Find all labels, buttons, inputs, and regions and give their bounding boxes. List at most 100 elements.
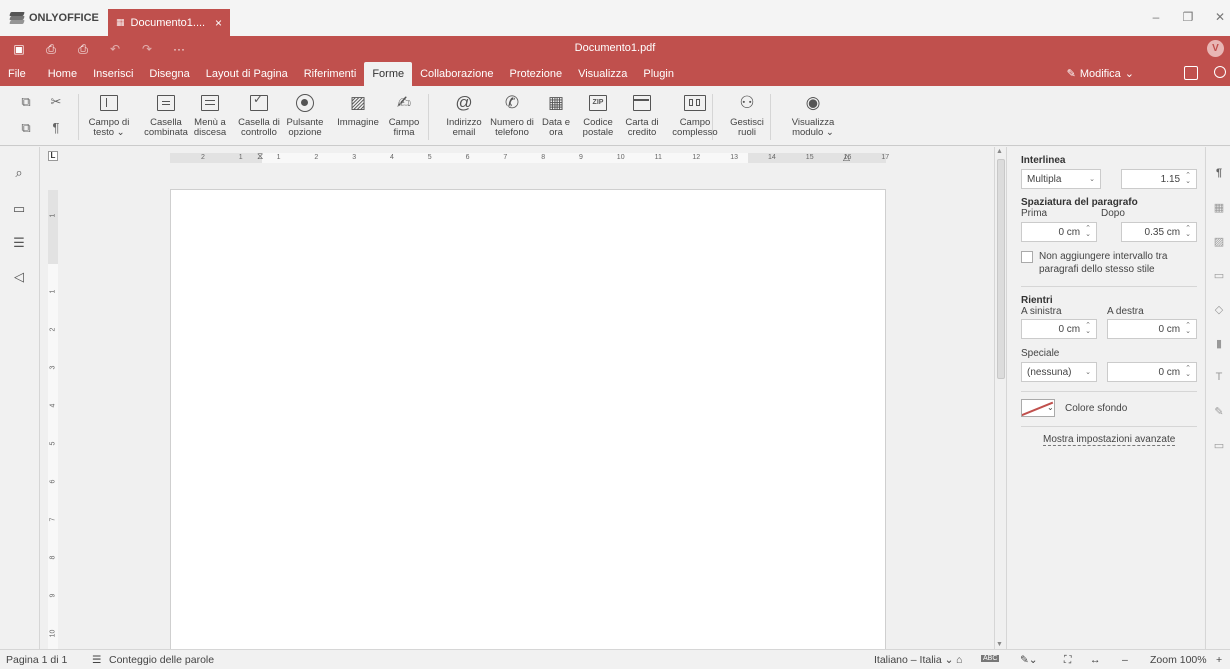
document-canvas[interactable] [62, 165, 992, 649]
shape-settings-icon[interactable]: ◇ [1212, 303, 1226, 317]
document-tab[interactable]: ▦ Documento1.... × [108, 9, 230, 36]
redo-icon[interactable]: ↷ [138, 40, 156, 58]
navigation-icon[interactable]: ☰ [10, 235, 28, 253]
search-sidebar-icon[interactable]: ⌕ [10, 165, 28, 183]
print-icon[interactable]: ⎙ [42, 40, 60, 58]
chevron-down-icon[interactable]: ⌄ [1047, 403, 1054, 412]
spinner-icon[interactable]: ⌃ ⌄ [1085, 225, 1091, 238]
toolbar-button-complex-field[interactable]: Campo complesso [668, 92, 722, 138]
app-logo: ONLYOFFICE [9, 10, 99, 26]
vertical-scrollbar[interactable]: ▲ ▼ [994, 147, 1006, 649]
header-footer-icon[interactable]: ▭ [1212, 269, 1226, 283]
indent-left-input[interactable]: 0 cm ⌃ ⌄ [1021, 319, 1097, 339]
track-changes-icon[interactable]: ✎⌄ [1020, 654, 1038, 666]
chart-settings-icon[interactable]: ▮ [1212, 337, 1226, 351]
spinner-icon[interactable]: ⌃ ⌄ [1185, 225, 1191, 238]
menu-tab-collaborazione[interactable]: Collaborazione [412, 62, 501, 86]
document-page[interactable] [170, 189, 886, 649]
more-icon[interactable]: ··· [170, 40, 188, 58]
zoom-in-button[interactable]: + [1216, 654, 1222, 666]
line-spacing-type-select[interactable]: Multipla ⌄ [1021, 169, 1101, 189]
line-spacing-value-input[interactable]: 1.15 ⌃ ⌄ [1121, 169, 1197, 189]
special-indent-input[interactable]: 0 cm ⌃ ⌄ [1107, 362, 1197, 382]
paragraph-settings-icon[interactable]: ¶ [1212, 167, 1226, 181]
word-count-button[interactable]: Conteggio delle parole [109, 654, 214, 666]
toolbar-button-radio-button[interactable]: Pulsante opzione [281, 92, 329, 138]
doc-language-icon[interactable]: ⌂ [956, 654, 962, 666]
menu-tab-home[interactable]: Home [40, 62, 85, 86]
zoom-out-button[interactable]: – [1122, 654, 1128, 666]
toolbar-button-combo-box[interactable]: Casella combinata [144, 92, 188, 138]
user-avatar[interactable]: V [1207, 40, 1224, 57]
scroll-up-icon[interactable]: ▲ [996, 148, 1003, 155]
left-indent-marker-icon[interactable]: ⧖ [257, 151, 263, 162]
copy-icon[interactable]: ⧉ [14, 94, 38, 110]
toolbar-button-dropdown[interactable]: Menù a discesa [186, 92, 234, 138]
menu-tab-layout-di-pagina[interactable]: Layout di Pagina [198, 62, 296, 86]
toolbar-button-zip[interactable]: ZIP Codice postale [578, 92, 618, 138]
menu-tab-visualizza[interactable]: Visualizza [570, 62, 635, 86]
paragraph-spacing-heading: Spaziatura del paragrafo [1021, 197, 1138, 208]
toolbar-button-credit-card[interactable]: Carta di credito [620, 92, 664, 138]
comments-icon[interactable]: ▭ [10, 201, 28, 219]
toolbar-button-view-form[interactable]: ◉ Visualizza modulo ⌄ [784, 92, 842, 138]
search-icon[interactable] [1214, 66, 1226, 78]
right-indent-marker-icon[interactable]: △ [843, 152, 850, 163]
page-indicator[interactable]: Pagina 1 di 1 [6, 654, 67, 666]
quick-print-icon[interactable]: ⎙ [74, 40, 92, 58]
cut-icon[interactable]: ✂ [44, 94, 68, 110]
save-icon[interactable]: ▣ [10, 40, 28, 58]
minimize-icon[interactable]: – [1146, 10, 1166, 24]
special-indent-select[interactable]: (nessuna) ⌄ [1021, 362, 1097, 382]
special-indent-type: (nessuna) [1027, 366, 1072, 378]
menu-tab-plugin[interactable]: Plugin [635, 62, 682, 86]
close-window-icon[interactable]: ✕ [1210, 10, 1230, 24]
toolbar-button-text-field[interactable]: Campo di testo ⌄ [84, 92, 134, 138]
edit-mode-button[interactable]: ✎ Modifica ⌄ [1067, 67, 1134, 81]
tab-stop-selector[interactable]: L [48, 151, 58, 161]
fit-page-icon[interactable]: ⛶ [1064, 654, 1071, 667]
toolbar-button-signature[interactable]: ✍ Campo firma [384, 92, 424, 138]
toolbar-button-datetime[interactable]: ▦ Data e ora [537, 92, 575, 138]
text-art-icon[interactable]: T [1212, 371, 1226, 385]
spellcheck-icon[interactable]: ABC [981, 655, 1000, 662]
complex-field-icon [668, 92, 722, 114]
close-tab-icon[interactable]: × [215, 16, 222, 30]
spinner-icon[interactable]: ⌃ ⌄ [1185, 322, 1191, 335]
spinner-icon[interactable]: ⌃ ⌄ [1185, 172, 1191, 185]
app-name: ONLYOFFICE [29, 12, 99, 24]
signature-settings-icon[interactable]: ✎ [1212, 405, 1226, 419]
undo-icon[interactable]: ↶ [106, 40, 124, 58]
paste-icon[interactable]: ⧉ [14, 120, 38, 136]
scroll-down-icon[interactable]: ▼ [996, 641, 1003, 648]
menu-tab-riferimenti[interactable]: Riferimenti [296, 62, 365, 86]
fit-width-icon[interactable]: ↔ [1090, 654, 1101, 666]
toolbar-button-email[interactable]: @ Indirizzo email [444, 92, 484, 138]
language-select[interactable]: Italiano – Italia ⌄ [874, 654, 953, 666]
menu-tab-file[interactable]: File [0, 62, 34, 86]
toolbar-button-roles[interactable]: ⚇ Gestisci ruoli [728, 92, 766, 138]
spacing-after-input[interactable]: 0.35 cm ⌃ ⌄ [1121, 222, 1197, 242]
scroll-thumb[interactable] [997, 159, 1005, 379]
image-settings-icon[interactable]: ▨ [1212, 235, 1226, 249]
feedback-icon[interactable]: ◁ [10, 269, 28, 287]
menu-tab-inserisci[interactable]: Inserisci [85, 62, 141, 86]
toolbar-button-phone[interactable]: ✆ Numero di telefono [486, 92, 538, 138]
restore-icon[interactable]: ❐ [1178, 10, 1198, 24]
indent-right-input[interactable]: 0 cm ⌃ ⌄ [1107, 319, 1197, 339]
zoom-level[interactable]: Zoom 100% [1150, 654, 1207, 666]
toolbar-button-checkbox[interactable]: ✓ Casella di controllo [234, 92, 284, 138]
spinner-icon[interactable]: ⌃ ⌄ [1185, 365, 1191, 378]
no-interval-checkbox[interactable] [1021, 251, 1033, 263]
spacing-before-input[interactable]: 0 cm ⌃ ⌄ [1021, 222, 1097, 242]
menu-tab-forme[interactable]: Forme [364, 62, 413, 86]
format-painter-icon[interactable]: ¶ [44, 120, 68, 136]
form-settings-icon[interactable]: ▭ [1212, 439, 1226, 453]
advanced-settings-link[interactable]: Mostra impostazioni avanzate [1043, 434, 1176, 446]
spinner-icon[interactable]: ⌃ ⌄ [1085, 322, 1091, 335]
menu-tab-protezione[interactable]: Protezione [501, 62, 570, 86]
table-settings-icon[interactable]: ▦ [1212, 201, 1226, 215]
toolbar-button-image[interactable]: ▨ Immagine [334, 92, 382, 138]
menu-tab-disegna[interactable]: Disegna [141, 62, 197, 86]
open-location-icon[interactable] [1184, 66, 1198, 80]
